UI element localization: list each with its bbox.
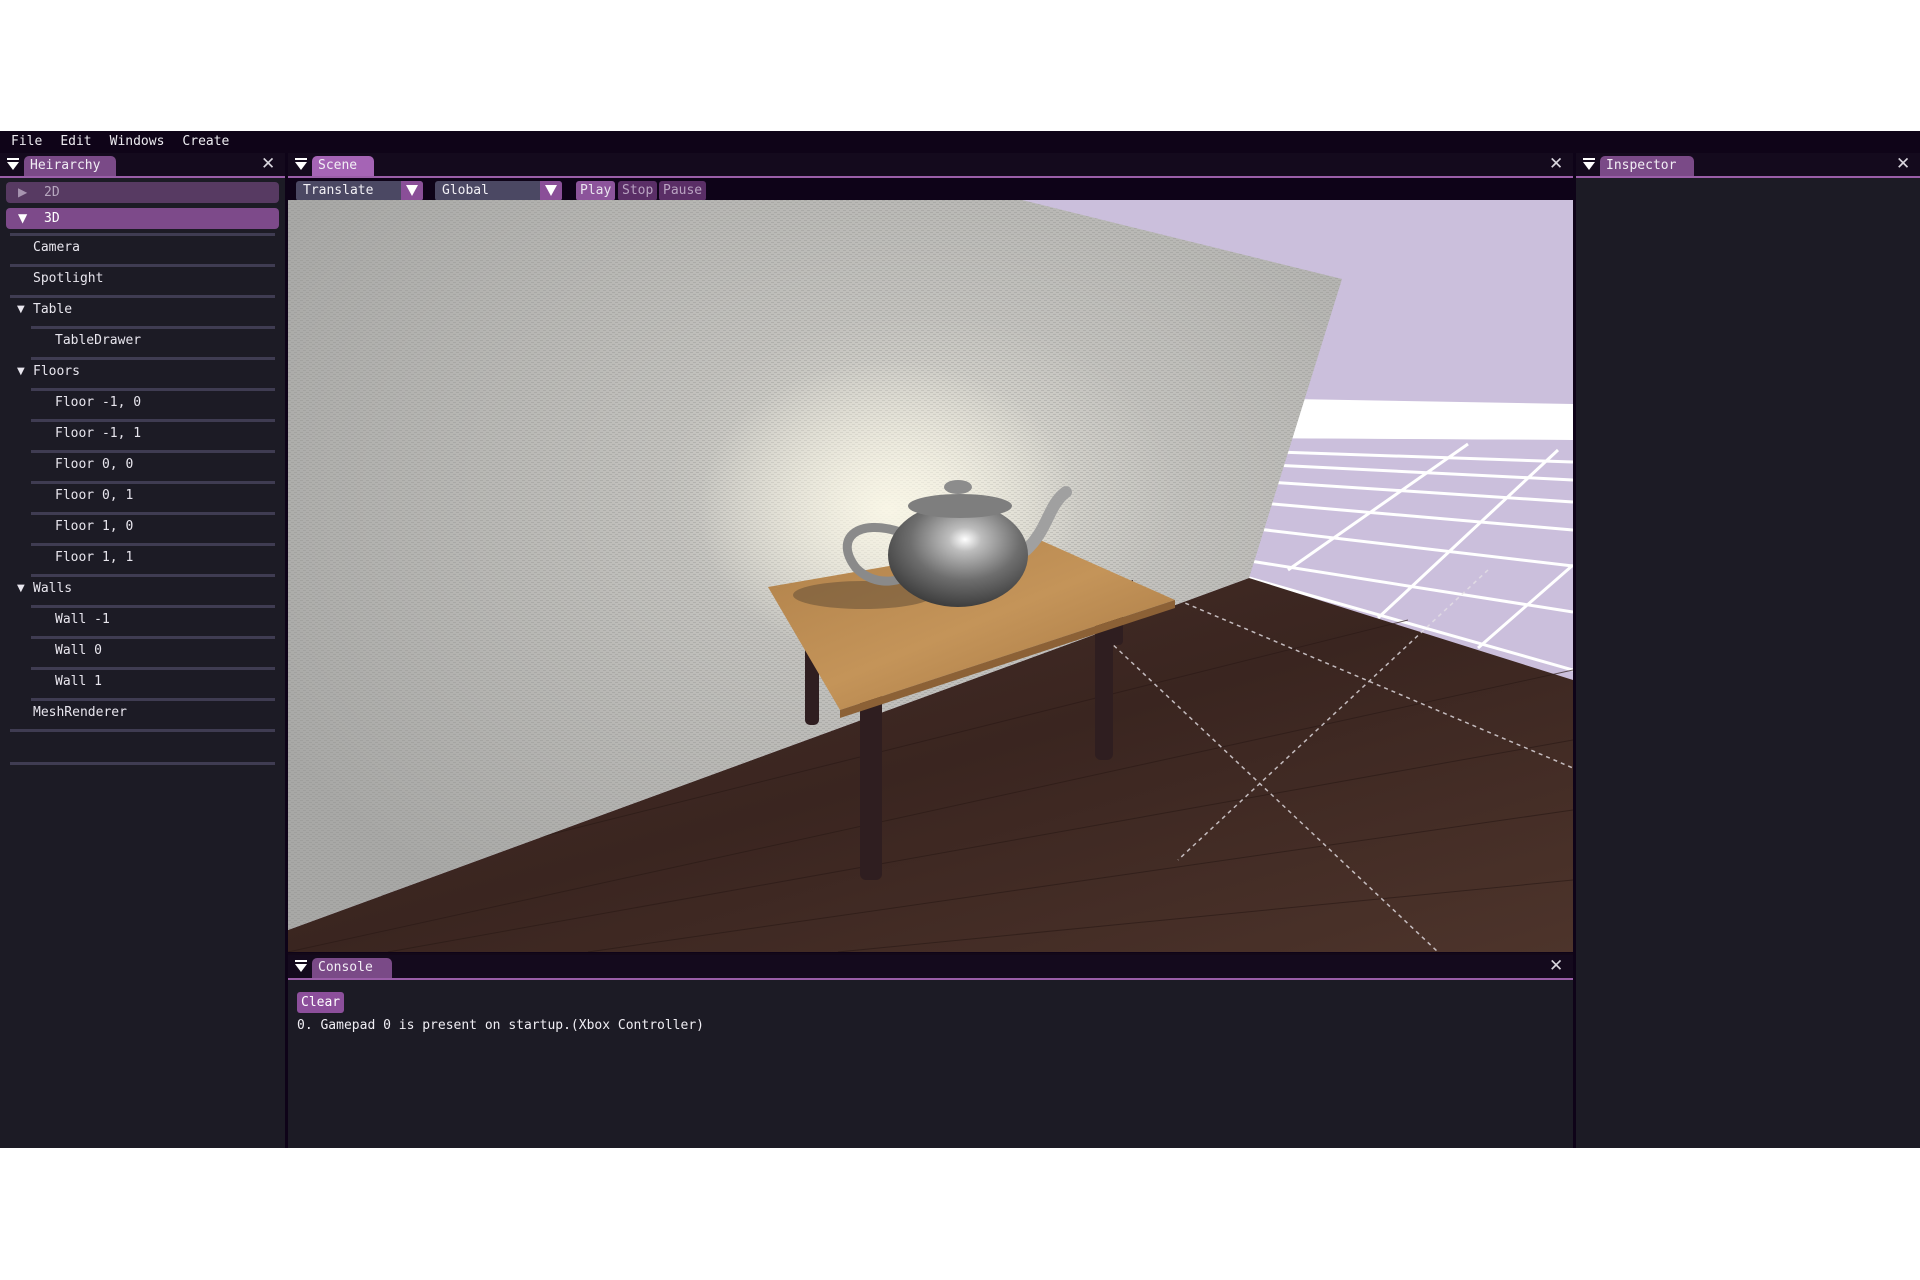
tree-item[interactable]: Wall 1 bbox=[0, 670, 285, 701]
play-button[interactable]: Play bbox=[576, 181, 616, 201]
transform-mode-value: Translate bbox=[303, 183, 374, 198]
tab-hierarchy[interactable]: Heirarchy bbox=[24, 156, 116, 176]
tree-separator bbox=[10, 729, 275, 732]
tree-item-label: Floor 0, 1 bbox=[55, 488, 134, 503]
scene-render bbox=[288, 200, 1573, 952]
chevron-down-icon bbox=[401, 181, 423, 201]
tree-item-label: Wall 1 bbox=[55, 674, 102, 689]
inspector-tabbar: Inspector ✕ bbox=[1576, 153, 1920, 178]
menu-create[interactable]: Create bbox=[173, 131, 238, 153]
expanded-arrow-icon[interactable]: ▼ bbox=[17, 298, 25, 322]
console-output: Clear 0. Gamepad 0 is present on startup… bbox=[288, 980, 1573, 1148]
tree-item[interactable]: Floor 1, 1 bbox=[0, 546, 285, 577]
tree-item-label: Camera bbox=[33, 240, 80, 255]
collapse-triangle-icon[interactable] bbox=[1583, 158, 1595, 171]
tree-item-label: TableDrawer bbox=[55, 333, 142, 348]
tree-item[interactable]: ▼ Floors bbox=[0, 360, 285, 391]
menu-file[interactable]: File bbox=[0, 131, 51, 153]
menu-bar: File Edit Windows Create bbox=[0, 131, 1920, 153]
teapot-lid bbox=[908, 494, 1012, 518]
console-tabbar: Console ✕ bbox=[288, 955, 1573, 980]
tab-scene[interactable]: Scene bbox=[312, 156, 374, 176]
tree-group-label: 3D bbox=[44, 211, 60, 226]
inspector-panel: Inspector ✕ bbox=[1576, 153, 1920, 1148]
scene-viewport[interactable] bbox=[288, 200, 1573, 952]
tree-item[interactable]: Floor 1, 0 bbox=[0, 515, 285, 546]
close-icon[interactable]: ✕ bbox=[1896, 156, 1910, 173]
teapot-knob bbox=[944, 480, 972, 494]
hierarchy-tabbar: Heirarchy ✕ bbox=[0, 153, 285, 178]
tree-item-label: Wall -1 bbox=[55, 612, 110, 627]
tree-item-label: Floor -1, 0 bbox=[55, 395, 142, 410]
scene-panel: Scene ✕ Translate Global Play Stop Pause bbox=[288, 153, 1573, 953]
tree-item[interactable]: Floor -1, 0 bbox=[0, 391, 285, 422]
space-mode-value: Global bbox=[442, 183, 489, 198]
collapsed-arrow-icon: ▶ bbox=[18, 185, 28, 199]
collapse-triangle-icon[interactable] bbox=[7, 158, 19, 171]
menu-edit[interactable]: Edit bbox=[51, 131, 100, 153]
tree-item-label: Floor 1, 0 bbox=[55, 519, 134, 534]
expanded-arrow-icon: ▼ bbox=[18, 211, 28, 225]
tree-item[interactable]: Camera bbox=[0, 236, 285, 267]
tree-item-label: Wall 0 bbox=[55, 643, 102, 658]
tree-separator bbox=[10, 762, 275, 765]
editor-app: File Edit Windows Create Heirarchy ✕ ▶ 2… bbox=[0, 131, 1920, 1148]
tree-item-label: Table bbox=[33, 302, 73, 317]
tree-item[interactable]: Spotlight bbox=[0, 267, 285, 298]
tree-item[interactable]: Floor 0, 0 bbox=[0, 453, 285, 484]
tree-group-label: 2D bbox=[44, 185, 60, 200]
tree-item[interactable]: ▼ Walls bbox=[0, 577, 285, 608]
tree-item[interactable]: MeshRenderer bbox=[0, 701, 285, 732]
tree-item-label: Floors bbox=[33, 364, 80, 379]
close-icon[interactable]: ✕ bbox=[261, 156, 275, 173]
tree-item-label: Floor 0, 0 bbox=[55, 457, 134, 472]
transform-mode-select[interactable]: Translate bbox=[296, 181, 423, 201]
hierarchy-panel: Heirarchy ✕ ▶ 2D ▼ 3D Camera Spotlight ▼ Ta… bbox=[0, 153, 285, 1148]
tree-item[interactable]: Floor -1, 1 bbox=[0, 422, 285, 453]
scene-tabbar: Scene ✕ bbox=[288, 153, 1573, 178]
menu-windows[interactable]: Windows bbox=[101, 131, 174, 153]
console-panel: Console ✕ Clear 0. Gamepad 0 is present … bbox=[288, 955, 1573, 1148]
stop-button[interactable]: Stop bbox=[618, 181, 658, 201]
console-log-line: 0. Gamepad 0 is present on startup.(Xbox… bbox=[297, 1018, 704, 1033]
tab-inspector[interactable]: Inspector bbox=[1600, 156, 1694, 176]
tree-item[interactable]: ▼ Table bbox=[0, 298, 285, 329]
tab-console[interactable]: Console bbox=[312, 958, 392, 978]
expanded-arrow-icon[interactable]: ▼ bbox=[17, 360, 25, 384]
tree-item[interactable]: Wall 0 bbox=[0, 639, 285, 670]
teapot-body bbox=[888, 503, 1028, 607]
tree-item[interactable]: Floor 0, 1 bbox=[0, 484, 285, 515]
tree-item-label: Floor 1, 1 bbox=[55, 550, 134, 565]
tree-item[interactable]: Wall -1 bbox=[0, 608, 285, 639]
pause-button[interactable]: Pause bbox=[659, 181, 707, 201]
collapse-triangle-icon[interactable] bbox=[295, 960, 307, 973]
tree-item[interactable]: TableDrawer bbox=[0, 329, 285, 360]
space-mode-select[interactable]: Global bbox=[435, 181, 562, 201]
tree-item-label: Floor -1, 1 bbox=[55, 426, 142, 441]
collapse-triangle-icon[interactable] bbox=[295, 158, 307, 171]
chevron-down-icon bbox=[540, 181, 562, 201]
clear-button[interactable]: Clear bbox=[297, 992, 345, 1013]
tree-group-3d[interactable]: ▼ 3D bbox=[6, 208, 279, 229]
tree-item-label: MeshRenderer bbox=[33, 705, 127, 720]
expanded-arrow-icon[interactable]: ▼ bbox=[17, 577, 25, 601]
tree-item-label: Spotlight bbox=[33, 271, 104, 286]
close-icon[interactable]: ✕ bbox=[1549, 156, 1563, 173]
close-icon[interactable]: ✕ bbox=[1549, 958, 1563, 975]
tree-item-label: Walls bbox=[33, 581, 73, 596]
scene-toolbar: Translate Global Play Stop Pause bbox=[288, 178, 1573, 201]
hierarchy-tree: ▶ 2D ▼ 3D Camera Spotlight ▼ Table TableDraw… bbox=[0, 178, 285, 1148]
tree-group-2d[interactable]: ▶ 2D bbox=[6, 182, 279, 203]
